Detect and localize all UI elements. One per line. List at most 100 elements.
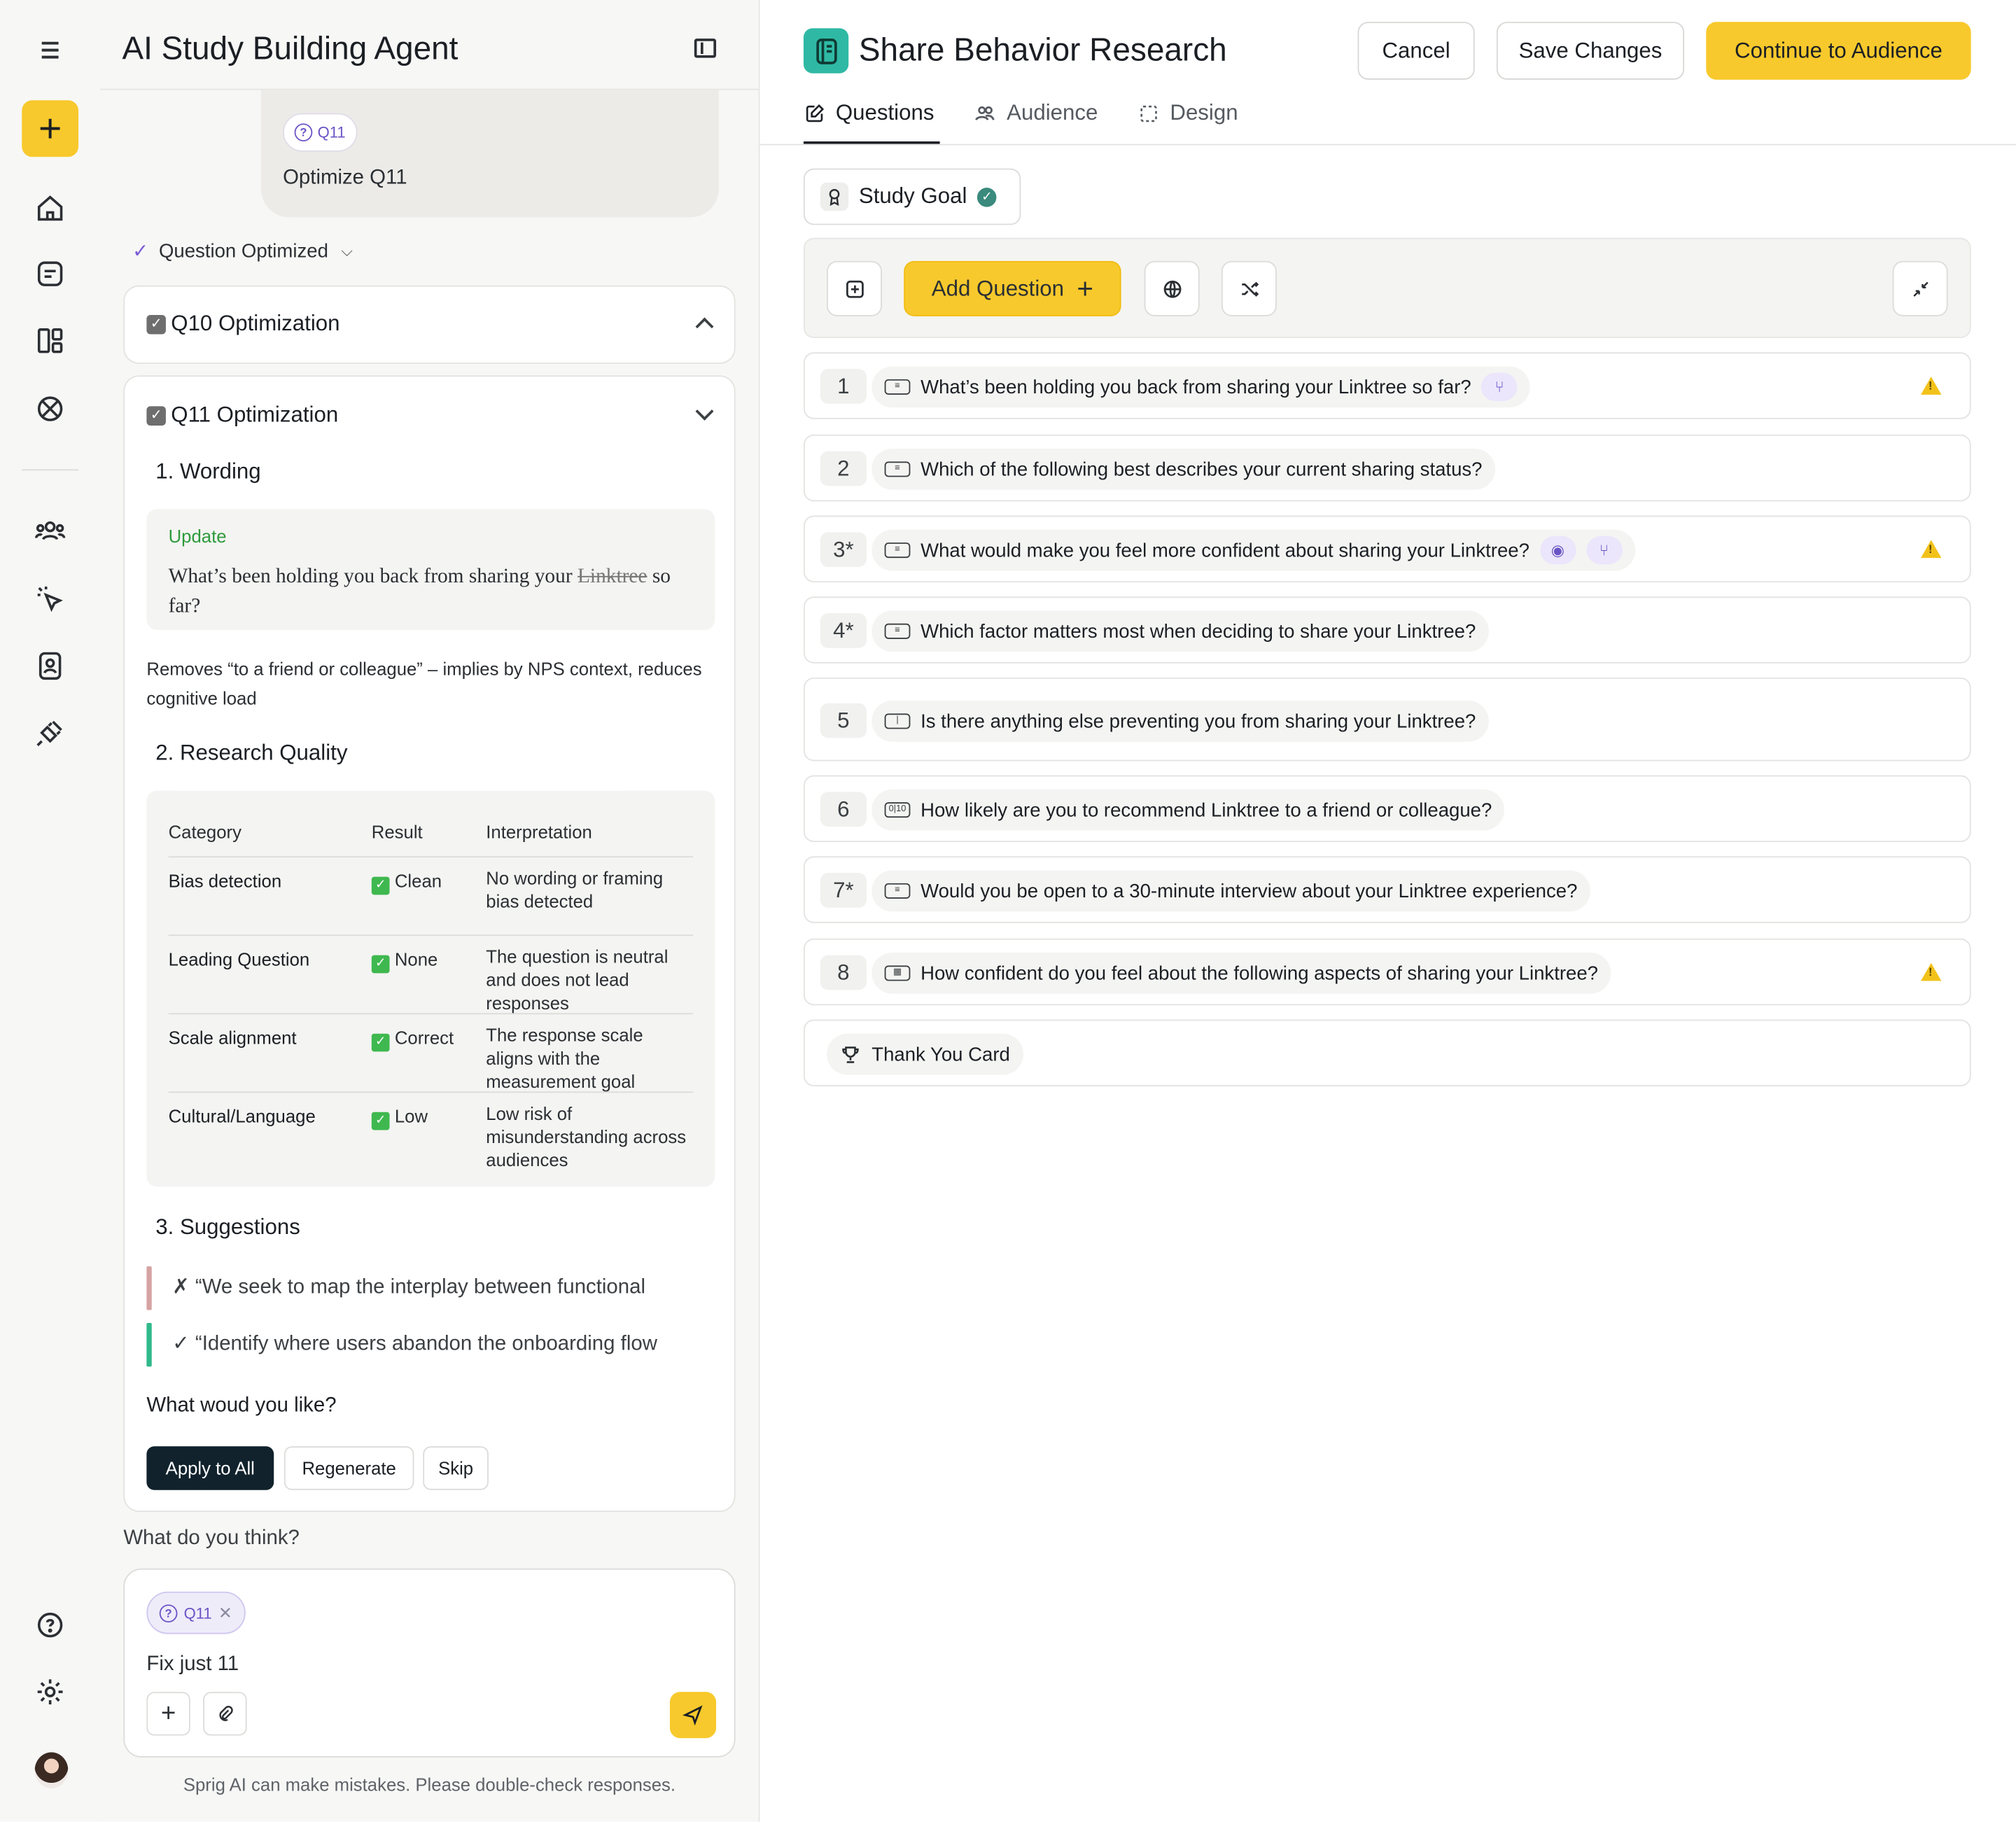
- question-pill: ≡ Would you be open to a 30-minute inter…: [872, 870, 1590, 912]
- table-divider: [168, 934, 693, 937]
- edit-icon: [806, 104, 825, 122]
- question-row[interactable]: 8 ▦ How confident do you feel about the …: [803, 938, 1971, 1006]
- question-chip-label: Q11: [317, 123, 346, 142]
- paperclip-icon[interactable]: [203, 1692, 247, 1736]
- globe-icon[interactable]: [22, 381, 78, 437]
- chevron-down-icon[interactable]: [695, 402, 714, 421]
- list-icon: ≡: [884, 461, 911, 477]
- suggestion-bad-text: ✗ “We seek to map the interplay between …: [172, 1276, 645, 1299]
- message-input[interactable]: Fix just 11: [146, 1653, 239, 1676]
- list-icon: ≡: [884, 883, 911, 899]
- plug-icon[interactable]: [22, 705, 78, 762]
- question-number: 8: [820, 955, 867, 990]
- sidebar-toggle-icon[interactable]: [694, 38, 717, 58]
- contacts-icon[interactable]: [22, 638, 78, 694]
- warning-icon[interactable]: [1921, 962, 1942, 981]
- question-pill: ▦ How confident do you feel about the fo…: [872, 952, 1611, 994]
- tab-divider: [760, 143, 2016, 146]
- study-goal-button[interactable]: Study Goal ✓: [803, 168, 1021, 225]
- question-row[interactable]: 6 0|10 How likely are you to recommend L…: [803, 775, 1971, 843]
- updated-text-start: What’s been holding you back from sharin…: [168, 566, 573, 588]
- suggestion-bar: [146, 1322, 152, 1367]
- q11-optimization-card: ✓ Q11 Optimization 1. Wording Update Wha…: [123, 375, 736, 1512]
- think-prompt: What do you think?: [123, 1527, 300, 1550]
- table-cell-result: ✓ Clean: [371, 869, 442, 895]
- list-icon: ≡: [884, 542, 911, 559]
- question-row[interactable]: 4* ≡ Which factor matters most when deci…: [803, 596, 1971, 664]
- branch-icon[interactable]: ⑂: [1481, 372, 1518, 402]
- question-row[interactable]: 5 | Is there anything else preventing yo…: [803, 677, 1971, 762]
- q10-header: ✓ Q10 Optimization: [146, 311, 340, 337]
- question-pill: ≡ What’s been holding you back from shar…: [872, 366, 1531, 408]
- close-icon[interactable]: ✕: [218, 1602, 232, 1623]
- table-cell-interpretation: The question is neutral and does not lea…: [486, 946, 668, 1014]
- ai-generate-button[interactable]: [826, 260, 882, 316]
- collapse-button[interactable]: [1892, 260, 1948, 316]
- help-icon[interactable]: [22, 1597, 78, 1653]
- check-mark-icon: ✓: [371, 955, 390, 974]
- send-button[interactable]: [669, 1692, 717, 1739]
- randomize-button[interactable]: [1221, 260, 1277, 316]
- user-message-text: Optimize Q11: [283, 167, 407, 189]
- eye-icon[interactable]: ◉: [1539, 535, 1576, 565]
- cursor-click-icon[interactable]: [22, 570, 78, 627]
- question-icon: ?: [159, 1604, 178, 1622]
- globe-icon: [1163, 279, 1181, 297]
- context-chip[interactable]: ? Q11 ✕: [146, 1591, 246, 1634]
- message-composer[interactable]: ? Q11 ✕ Fix just 11 +: [123, 1568, 736, 1758]
- save-changes-button[interactable]: Save Changes: [1496, 22, 1685, 80]
- question-row[interactable]: 3* ≡ What would make you feel more confi…: [803, 515, 1971, 583]
- question-number: 2: [820, 451, 867, 486]
- tab-design[interactable]: Design: [1138, 100, 1238, 126]
- question-text: What would make you feel more confident …: [920, 539, 1530, 561]
- rail-divider: [22, 469, 79, 471]
- result-label: Clean: [394, 870, 442, 891]
- branch-icon[interactable]: ⑂: [1586, 535, 1623, 565]
- table-divider: [168, 856, 693, 858]
- list-icon: ≡: [884, 623, 911, 639]
- menu-icon[interactable]: [22, 22, 78, 78]
- cancel-button[interactable]: Cancel: [1357, 22, 1475, 80]
- chevron-up-icon[interactable]: [695, 317, 714, 336]
- continue-to-audience-button[interactable]: Continue to Audience: [1706, 22, 1971, 80]
- q11-title: Q11 Optimization: [171, 402, 339, 427]
- table-divider: [168, 1013, 693, 1015]
- chat-icon[interactable]: [22, 246, 78, 302]
- tab-audience[interactable]: Audience: [973, 100, 1098, 126]
- thank-you-card-row[interactable]: Thank You Card: [803, 1019, 1971, 1087]
- warning-icon[interactable]: [1921, 540, 1942, 559]
- new-study-button[interactable]: [22, 100, 79, 157]
- plus-icon: +: [1077, 272, 1093, 304]
- matrix-icon: ▦: [884, 965, 911, 981]
- question-text: Which of the following best describes yo…: [920, 458, 1483, 481]
- sparkle-add-icon: [846, 279, 863, 297]
- question-row[interactable]: 2 ≡ Which of the following best describe…: [803, 434, 1971, 502]
- table-cell-category: Leading Question: [168, 948, 310, 969]
- settings-icon[interactable]: [22, 1664, 78, 1721]
- question-number: 6: [820, 792, 867, 827]
- question-row[interactable]: 1 ≡ What’s been holding you back from sh…: [803, 352, 1971, 419]
- optimization-status[interactable]: ✓ Question Optimized ⌵: [132, 239, 353, 262]
- suggestion-good-text: ✓ “Identify where users abandon the onbo…: [172, 1333, 657, 1355]
- check-circle-icon: ✓: [977, 187, 997, 206]
- suggestion-good: ✓ “Identify where users abandon the onbo…: [146, 1322, 715, 1367]
- result-label: Correct: [394, 1027, 454, 1048]
- add-attachment-button[interactable]: +: [146, 1692, 190, 1736]
- question-row[interactable]: 7* ≡ Would you be open to a 30-minute in…: [803, 856, 1971, 923]
- add-question-button[interactable]: Add Question +: [904, 260, 1121, 316]
- users-icon[interactable]: [22, 503, 78, 559]
- tab-questions[interactable]: Questions: [804, 100, 934, 126]
- study-editor: Share Behavior Research Cancel Save Chan…: [760, 0, 2016, 1822]
- home-icon[interactable]: [22, 180, 78, 237]
- q10-optimization-card[interactable]: ✓ Q10 Optimization: [123, 285, 736, 364]
- study-goal-label: Study Goal: [858, 183, 967, 209]
- language-button[interactable]: [1144, 260, 1200, 316]
- warning-icon[interactable]: [1921, 377, 1942, 395]
- action-prompt: What woud you like?: [146, 1394, 337, 1417]
- regenerate-button[interactable]: Regenerate: [284, 1446, 414, 1490]
- skip-button[interactable]: Skip: [423, 1446, 489, 1490]
- apply-to-all-button[interactable]: Apply to All: [146, 1446, 274, 1490]
- users-icon: [975, 106, 995, 120]
- layout-icon[interactable]: [22, 312, 78, 369]
- avatar[interactable]: [34, 1752, 69, 1788]
